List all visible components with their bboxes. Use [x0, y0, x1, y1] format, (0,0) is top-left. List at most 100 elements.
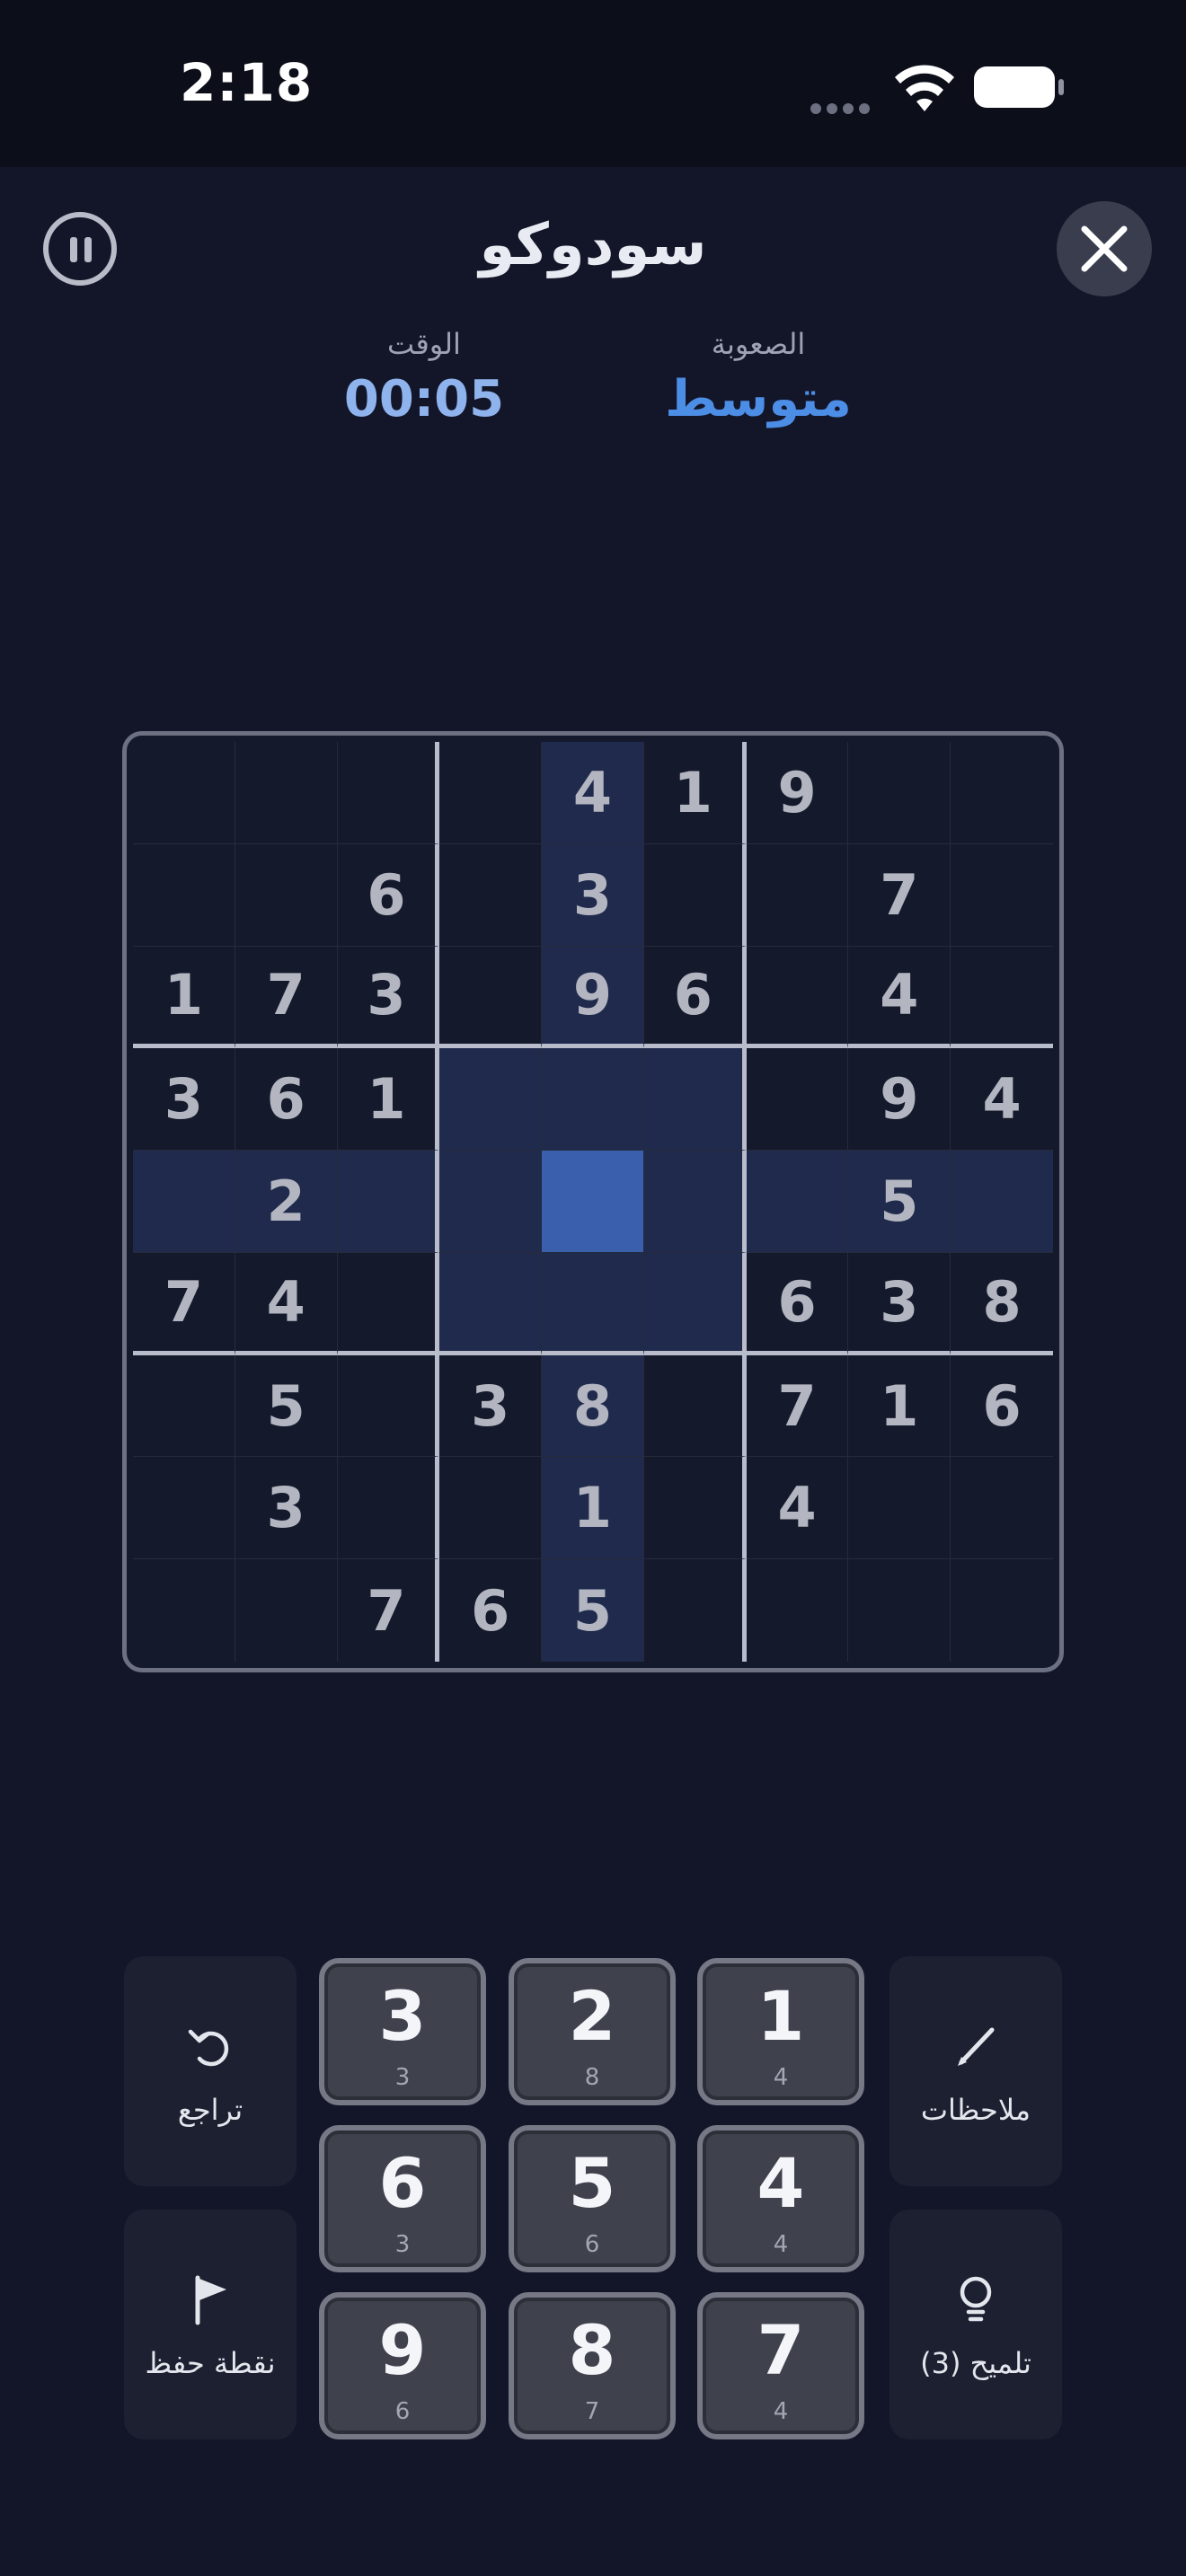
sudoku-cell-r4c7[interactable]	[746, 1048, 849, 1151]
sudoku-cell-r3c8[interactable]: 4	[848, 946, 951, 1049]
sudoku-cell-r8c4[interactable]	[439, 1457, 543, 1560]
sudoku-cell-r4c3[interactable]: 1	[337, 1048, 440, 1151]
sudoku-cell-r9c8[interactable]	[848, 1559, 951, 1662]
sudoku-cell-r5c8[interactable]: 5	[848, 1151, 951, 1253]
key-remaining-count: 3	[394, 2064, 411, 2091]
sudoku-cell-r9c2[interactable]	[235, 1559, 338, 1662]
sudoku-cell-r7c6[interactable]	[643, 1354, 747, 1458]
sudoku-cell-r5c2[interactable]: 2	[235, 1151, 338, 1253]
sudoku-cell-r3c4[interactable]	[439, 946, 543, 1049]
sudoku-cell-r3c1[interactable]: 1	[133, 946, 235, 1049]
sudoku-cell-r1c3[interactable]	[337, 742, 440, 844]
sudoku-cell-r9c5[interactable]: 5	[542, 1559, 644, 1662]
sudoku-cell-r5c1[interactable]	[133, 1151, 235, 1253]
checkpoint-button[interactable]: نقطة حفظ	[124, 2210, 296, 2439]
sudoku-cell-r7c5[interactable]: 8	[542, 1354, 644, 1458]
sudoku-cell-r7c7[interactable]: 7	[746, 1354, 849, 1458]
sudoku-cell-r3c5[interactable]: 9	[542, 946, 644, 1049]
sudoku-cell-r1c7[interactable]: 9	[746, 742, 849, 844]
number-key-3[interactable]: 3 3	[319, 1958, 486, 2105]
sudoku-cell-r3c9[interactable]	[951, 946, 1053, 1049]
sudoku-cell-r9c1[interactable]	[133, 1559, 235, 1662]
sudoku-cell-r7c9[interactable]: 6	[951, 1354, 1053, 1458]
sudoku-cell-r2c4[interactable]	[439, 843, 543, 947]
sudoku-cell-r1c2[interactable]	[235, 742, 338, 844]
sudoku-cell-r1c8[interactable]	[848, 742, 951, 844]
sudoku-cell-r4c1[interactable]: 3	[133, 1048, 235, 1151]
sudoku-cell-r2c2[interactable]	[235, 843, 338, 947]
key-remaining-count: 6	[394, 2398, 411, 2425]
sudoku-cell-r8c1[interactable]	[133, 1457, 235, 1560]
sudoku-cell-r2c8[interactable]: 7	[848, 843, 951, 947]
sudoku-cell-r6c9[interactable]: 8	[951, 1252, 1053, 1355]
sudoku-cell-r5c5[interactable]	[542, 1151, 644, 1253]
sudoku-cell-r3c7[interactable]	[746, 946, 849, 1049]
sudoku-cell-r5c7[interactable]	[746, 1151, 849, 1253]
sudoku-cell-r6c1[interactable]: 7	[133, 1252, 235, 1355]
sudoku-cell-r8c8[interactable]	[848, 1457, 951, 1560]
sudoku-cell-r8c7[interactable]: 4	[746, 1457, 849, 1560]
number-key-6[interactable]: 6 3	[319, 2125, 486, 2272]
sudoku-cell-r4c8[interactable]: 9	[848, 1048, 951, 1151]
sudoku-cell-r2c9[interactable]	[951, 843, 1053, 947]
difficulty-stat: الصعوبة متوسط	[659, 327, 857, 428]
sudoku-cell-r8c5[interactable]: 1	[542, 1457, 644, 1560]
number-key-4[interactable]: 4 4	[697, 2125, 864, 2272]
sudoku-cell-r8c3[interactable]	[337, 1457, 440, 1560]
sudoku-cell-r4c5[interactable]	[542, 1048, 644, 1151]
sudoku-cell-r3c6[interactable]: 6	[643, 946, 747, 1049]
number-key-5[interactable]: 5 6	[509, 2125, 676, 2272]
number-key-1[interactable]: 1 4	[697, 1958, 864, 2105]
sudoku-cell-r5c6[interactable]	[643, 1151, 747, 1253]
sudoku-cell-r2c6[interactable]	[643, 843, 747, 947]
sudoku-cell-r2c5[interactable]: 3	[542, 843, 644, 947]
difficulty-label: الصعوبة	[711, 327, 806, 361]
sudoku-cell-r9c4[interactable]: 6	[439, 1559, 543, 1662]
sudoku-cell-r1c6[interactable]: 1	[643, 742, 747, 844]
sudoku-cell-r7c2[interactable]: 5	[235, 1354, 338, 1458]
number-key-8[interactable]: 8 7	[509, 2292, 676, 2439]
sudoku-cell-r2c1[interactable]	[133, 843, 235, 947]
sudoku-cell-r6c5[interactable]	[542, 1252, 644, 1355]
undo-button[interactable]: تراجع	[124, 1956, 296, 2186]
sudoku-cell-r5c3[interactable]	[337, 1151, 440, 1253]
sudoku-cell-r6c3[interactable]	[337, 1252, 440, 1355]
notes-button[interactable]: ملاحظات	[890, 1956, 1062, 2186]
sudoku-cell-r6c2[interactable]: 4	[235, 1252, 338, 1355]
sudoku-cell-r6c7[interactable]: 6	[746, 1252, 849, 1355]
sudoku-cell-r4c2[interactable]: 6	[235, 1048, 338, 1151]
sudoku-cell-r7c8[interactable]: 1	[848, 1354, 951, 1458]
sudoku-cell-r9c3[interactable]: 7	[337, 1559, 440, 1662]
close-button[interactable]	[1057, 201, 1152, 296]
sudoku-cell-r3c3[interactable]: 3	[337, 946, 440, 1049]
sudoku-cell-r5c9[interactable]	[951, 1151, 1053, 1253]
sudoku-cell-r8c2[interactable]: 3	[235, 1457, 338, 1560]
sudoku-cell-r9c6[interactable]	[643, 1559, 747, 1662]
sudoku-cell-r4c9[interactable]: 4	[951, 1048, 1053, 1151]
hint-button[interactable]: تلميح (3)	[890, 2210, 1062, 2439]
sudoku-cell-r9c7[interactable]	[746, 1559, 849, 1662]
sudoku-cell-r5c4[interactable]	[439, 1151, 543, 1253]
number-key-7[interactable]: 7 4	[697, 2292, 864, 2439]
sudoku-cell-r2c7[interactable]	[746, 843, 849, 947]
sudoku-cell-r4c4[interactable]	[439, 1048, 543, 1151]
sudoku-cell-r1c9[interactable]	[951, 742, 1053, 844]
sudoku-cell-r1c1[interactable]	[133, 742, 235, 844]
sudoku-cell-r8c6[interactable]	[643, 1457, 747, 1560]
sudoku-cell-r6c4[interactable]	[439, 1252, 543, 1355]
sudoku-cell-r6c8[interactable]: 3	[848, 1252, 951, 1355]
sudoku-cell-r1c5[interactable]: 4	[542, 742, 644, 844]
sudoku-cell-r6c6[interactable]	[643, 1252, 747, 1355]
sudoku-cell-r7c3[interactable]	[337, 1354, 440, 1458]
number-key-2[interactable]: 2 8	[509, 1958, 676, 2105]
number-key-9[interactable]: 9 6	[319, 2292, 486, 2439]
sudoku-cell-r7c1[interactable]	[133, 1354, 235, 1458]
sudoku-cell-r4c6[interactable]	[643, 1048, 747, 1151]
sudoku-cell-r8c9[interactable]	[951, 1457, 1053, 1560]
sudoku-cell-r2c3[interactable]: 6	[337, 843, 440, 947]
sudoku-cell-r9c9[interactable]	[951, 1559, 1053, 1662]
sudoku-cell-r7c4[interactable]: 3	[439, 1354, 543, 1458]
sudoku-cell-r1c4[interactable]	[439, 742, 543, 844]
pause-button[interactable]	[43, 212, 117, 286]
sudoku-cell-r3c2[interactable]: 7	[235, 946, 338, 1049]
